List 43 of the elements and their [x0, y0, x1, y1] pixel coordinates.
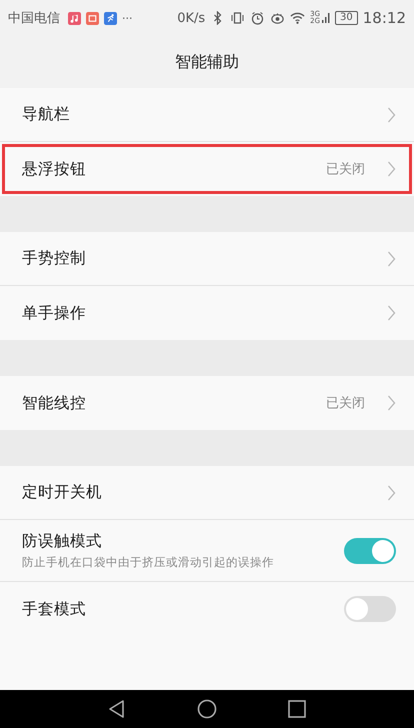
network-speed: 0K/s — [177, 10, 206, 26]
home-icon[interactable] — [197, 699, 217, 719]
chevron-right-icon — [387, 484, 396, 500]
settings-row[interactable]: 手套模式 — [0, 582, 414, 636]
settings-row[interactable]: 导航栏 — [0, 88, 414, 142]
battery-level: 30 — [335, 11, 358, 25]
setting-description: 防止手机在口袋中由于挤压或滑动引起的误操作 — [22, 555, 275, 570]
back-icon[interactable] — [107, 699, 127, 719]
chevron-right-icon — [387, 106, 396, 122]
signal-icon — [322, 11, 330, 25]
setting-label: 防误触模式 — [22, 531, 103, 552]
chevron-right-icon — [387, 305, 396, 321]
runner-app-icon — [104, 12, 117, 24]
chevron-right-icon — [387, 161, 396, 177]
setting-label: 悬浮按钮 — [22, 158, 87, 180]
settings-row[interactable]: 单手操作 — [0, 286, 414, 340]
wifi-icon — [290, 11, 306, 25]
setting-label: 手势控制 — [22, 248, 87, 269]
setting-status: 已关闭 — [326, 395, 365, 412]
setting-label: 智能线控 — [22, 392, 87, 414]
setting-status: 已关闭 — [326, 161, 365, 178]
setting-label: 单手操作 — [22, 302, 87, 324]
music-app-icon — [68, 12, 81, 24]
more-notifications: ··· — [122, 12, 132, 24]
recents-icon[interactable] — [287, 699, 307, 719]
toggle-switch[interactable] — [344, 596, 396, 622]
setting-label: 导航栏 — [22, 104, 71, 125]
settings-row[interactable]: 悬浮按钮 已关闭 — [0, 142, 414, 196]
toggle-switch[interactable] — [344, 538, 396, 564]
page-title: 智能辅助 — [175, 52, 239, 72]
chevron-right-icon — [387, 395, 396, 411]
chevron-right-icon — [387, 250, 396, 266]
clock-time: 18:12 — [362, 9, 406, 27]
eye-icon — [270, 11, 286, 25]
vibrate-icon — [230, 11, 246, 25]
settings-row[interactable]: 手势控制 — [0, 232, 414, 286]
settings-row[interactable]: 防误触模式 防止手机在口袋中由于挤压或滑动引起的误操作 — [0, 520, 414, 582]
settings-row[interactable]: 智能线控 已关闭 — [0, 376, 414, 430]
setting-label: 定时开关机 — [22, 482, 103, 503]
alarm-icon — [250, 11, 266, 25]
carrier-name: 中国电信 — [8, 10, 60, 27]
settings-row[interactable]: 定时开关机 — [0, 466, 414, 520]
setting-label: 手套模式 — [22, 598, 87, 620]
